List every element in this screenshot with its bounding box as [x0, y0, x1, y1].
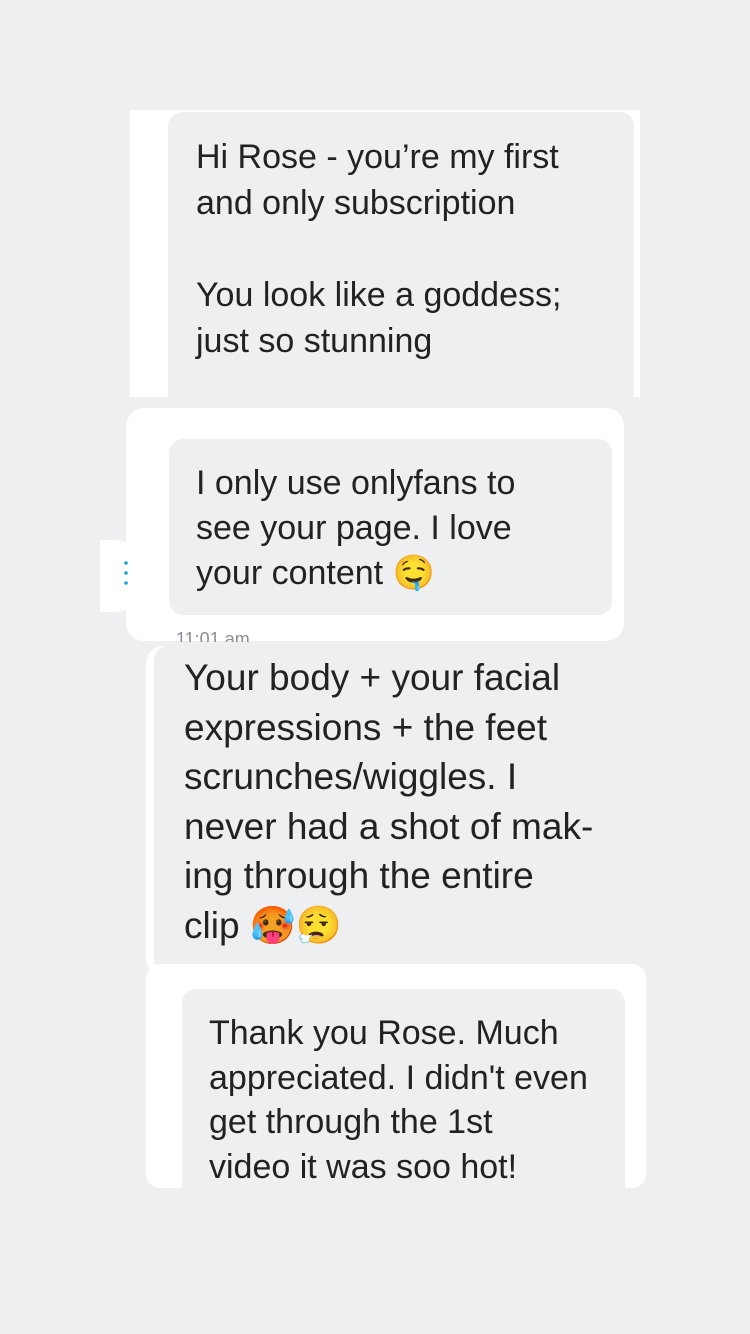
message-text-4: Thank you Rose. Much appreciated. I didn… — [209, 1014, 588, 1186]
message-text-2-body: I only use onlyfans to see your page. I … — [196, 464, 516, 592]
message-text-2: I only use onlyfans to see your page. I … — [196, 461, 584, 596]
message-card-2: I only use onlyfans to see your page. I … — [126, 408, 624, 641]
message-card-4: Thank you Rose. Much appreciated. I didn… — [146, 964, 646, 1188]
message-bubble-2[interactable]: I only use onlyfans to see your page. I … — [169, 439, 612, 615]
message-timestamp: 11:01 am — [176, 629, 250, 642]
face-exhaling-emoji: 😮‍💨 — [295, 903, 342, 947]
message-bubble-1[interactable]: Hi Rose - you’re my first and only subsc… — [168, 112, 634, 397]
message-card-3: Your body + your facial expressions + th… — [146, 646, 646, 976]
message-text-1: Hi Rose - you’re my first and only subsc… — [196, 138, 562, 360]
message-bubble-3[interactable]: Your body + your facial expressions + th… — [154, 646, 646, 976]
drooling-face-emoji: 🤤 — [392, 553, 435, 593]
message-text-3: Your body + your facial expressions + th… — [184, 653, 626, 950]
hot-face-emoji: 🥵 — [249, 903, 296, 947]
message-text-3-body: Your body + your facial expressions + th… — [184, 657, 594, 946]
message-bubble-4[interactable]: Thank you Rose. Much appreciated. I didn… — [182, 989, 625, 1188]
message-card-1: Hi Rose - you’re my first and only subsc… — [130, 110, 640, 397]
more-vertical-icon[interactable] — [124, 560, 128, 588]
